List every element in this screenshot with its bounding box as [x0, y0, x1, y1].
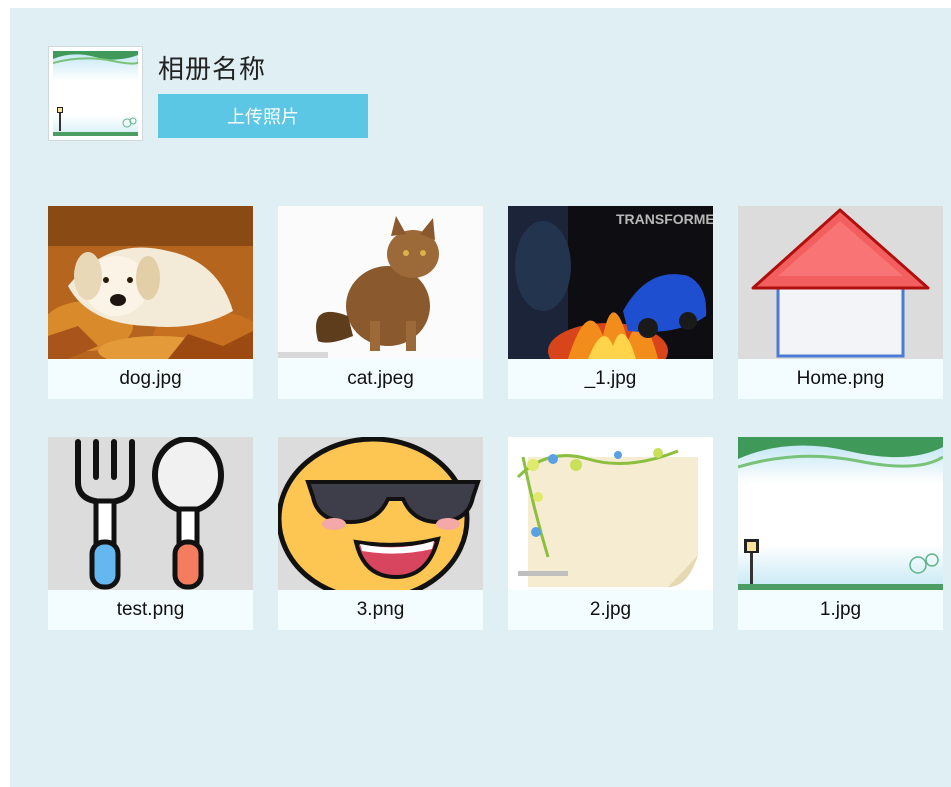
photo-filename: dog.jpg — [119, 368, 182, 389]
photo-filename: test.png — [116, 599, 185, 620]
photo-filename: _1.jpg — [584, 368, 637, 389]
fork-spoon-icon-thumbnail — [48, 437, 253, 590]
floral-paper-thumbnail — [508, 437, 713, 590]
photo-card[interactable]: 3.png — [278, 437, 483, 630]
home-icon-thumbnail — [738, 206, 943, 359]
lamp-landscape-thumbnail — [738, 437, 943, 590]
photo-filename: 3.png — [356, 599, 405, 620]
photo-card[interactable]: Home.png — [738, 206, 943, 399]
upload-photos-button[interactable]: 上传照片 — [158, 94, 368, 138]
photo-filename: 1.jpg — [819, 599, 862, 620]
photo-card[interactable]: 1.jpg — [738, 437, 943, 630]
photo-card[interactable]: dog.jpg — [48, 206, 253, 399]
cat-photo-thumbnail — [278, 206, 483, 359]
dog-photo-thumbnail — [48, 206, 253, 359]
photo-filename: 2.jpg — [589, 599, 632, 620]
album-title: 相册名称 — [158, 55, 267, 85]
album-panel: 相册名称 上传照片 dog.jpg cat.jpeg TRANSFORME _1… — [10, 8, 951, 787]
album-cover-thumbnail[interactable] — [48, 46, 143, 141]
photo-card[interactable]: 2.jpg — [508, 437, 713, 630]
photo-filename: Home.png — [796, 368, 885, 389]
sunglasses-emoji-thumbnail — [278, 437, 483, 590]
photo-card[interactable]: cat.jpeg — [278, 206, 483, 399]
photo-card[interactable]: TRANSFORMERS _1.jpg — [508, 206, 713, 399]
poster-title-text: TRANSFORMERS — [616, 211, 713, 227]
transformers-poster-thumbnail: TRANSFORMERS — [508, 206, 713, 359]
photo-card[interactable]: test.png — [48, 437, 253, 630]
album-cover-image — [53, 51, 138, 136]
photo-filename: cat.jpeg — [347, 368, 414, 389]
